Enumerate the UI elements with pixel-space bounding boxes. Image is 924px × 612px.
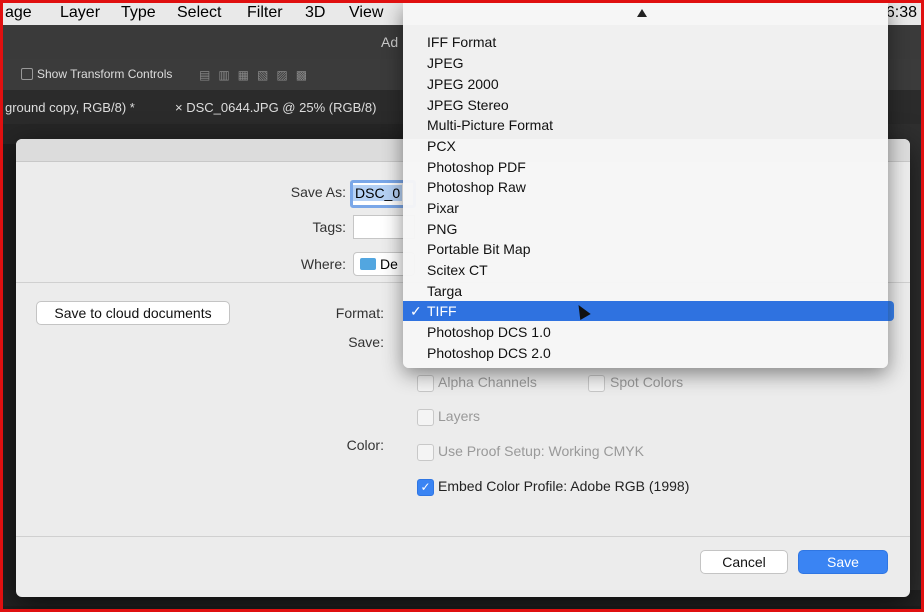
where-value: De xyxy=(380,256,398,272)
show-transform-checkbox[interactable] xyxy=(21,68,33,80)
save-button[interactable]: Save xyxy=(798,550,888,574)
save-as-value: DSC_0 xyxy=(353,185,403,201)
alpha-channels-label: Alpha Channels xyxy=(438,374,537,390)
scroll-up-arrow-icon[interactable] xyxy=(637,9,647,17)
layers-checkbox[interactable] xyxy=(417,409,434,426)
tags-label: Tags: xyxy=(312,219,346,235)
format-option[interactable]: IFF Format xyxy=(403,32,888,52)
spot-colors-checkbox[interactable] xyxy=(588,375,605,392)
checkmark-icon: ✓ xyxy=(410,303,422,319)
clock: 6:38 xyxy=(885,4,917,21)
folder-icon xyxy=(360,258,376,270)
menu-select[interactable]: Select xyxy=(177,4,221,22)
menu-image[interactable]: age xyxy=(5,4,32,22)
menu-view[interactable]: View xyxy=(349,4,383,22)
format-option[interactable]: JPEG xyxy=(403,53,888,73)
alpha-channels-checkbox[interactable] xyxy=(417,375,434,392)
format-label: Format: xyxy=(335,305,384,321)
spot-colors-label: Spot Colors xyxy=(610,374,684,390)
format-option[interactable]: JPEG 2000 xyxy=(403,74,888,94)
footer-divider xyxy=(16,536,910,537)
format-option[interactable]: Multi-Picture Format xyxy=(403,115,888,135)
menu-layer[interactable]: Layer xyxy=(60,4,100,22)
format-option[interactable]: JPEG Stereo xyxy=(403,95,888,115)
format-option[interactable]: Scitex CT xyxy=(403,260,888,280)
app-title: Ad xyxy=(381,34,399,50)
format-option-selected[interactable]: ✓ TIFF xyxy=(403,301,888,321)
format-option[interactable]: Photoshop PDF xyxy=(403,157,888,177)
where-label: Where: xyxy=(300,256,346,272)
format-option[interactable]: Photoshop DCS 2.0 xyxy=(403,343,888,363)
format-option[interactable]: Photoshop Raw xyxy=(403,177,888,197)
embed-color-profile-checkbox[interactable]: ✓ xyxy=(417,479,434,496)
format-option[interactable]: PNG xyxy=(403,219,888,239)
cancel-button[interactable]: Cancel xyxy=(700,550,788,574)
save-as-label: Save As: xyxy=(290,184,346,200)
menu-3d[interactable]: 3D xyxy=(305,4,325,22)
format-dropdown-menu: IFF Format JPEG JPEG 2000 JPEG Stereo Mu… xyxy=(403,3,888,368)
format-option[interactable]: PCX xyxy=(403,136,888,156)
format-option[interactable]: Targa xyxy=(403,281,888,301)
document-tab-1[interactable]: ground copy, RGB/8) * xyxy=(5,100,135,115)
color-label: Color: xyxy=(346,437,384,453)
menu-type[interactable]: Type xyxy=(121,4,156,22)
document-tab-2[interactable]: × DSC_0644.JPG @ 25% (RGB/8) xyxy=(175,100,376,115)
show-transform-label: Show Transform Controls xyxy=(37,67,173,81)
embed-color-profile-label: Embed Color Profile: Adobe RGB (1998) xyxy=(438,478,690,494)
use-proof-setup-checkbox[interactable] xyxy=(417,444,434,461)
menu-filter[interactable]: Filter xyxy=(247,4,283,22)
save-to-cloud-button[interactable]: Save to cloud documents xyxy=(36,301,230,325)
format-option[interactable]: Portable Bit Map xyxy=(403,239,888,259)
save-options-label: Save: xyxy=(348,334,384,350)
format-option[interactable]: Pixar xyxy=(403,198,888,218)
layers-label: Layers xyxy=(438,408,481,424)
format-option[interactable]: Photoshop DCS 1.0 xyxy=(403,322,888,342)
align-icons[interactable]: ▤▥▦▧▨▩ xyxy=(199,68,315,82)
use-proof-setup-label: Use Proof Setup: Working CMYK xyxy=(438,443,644,459)
